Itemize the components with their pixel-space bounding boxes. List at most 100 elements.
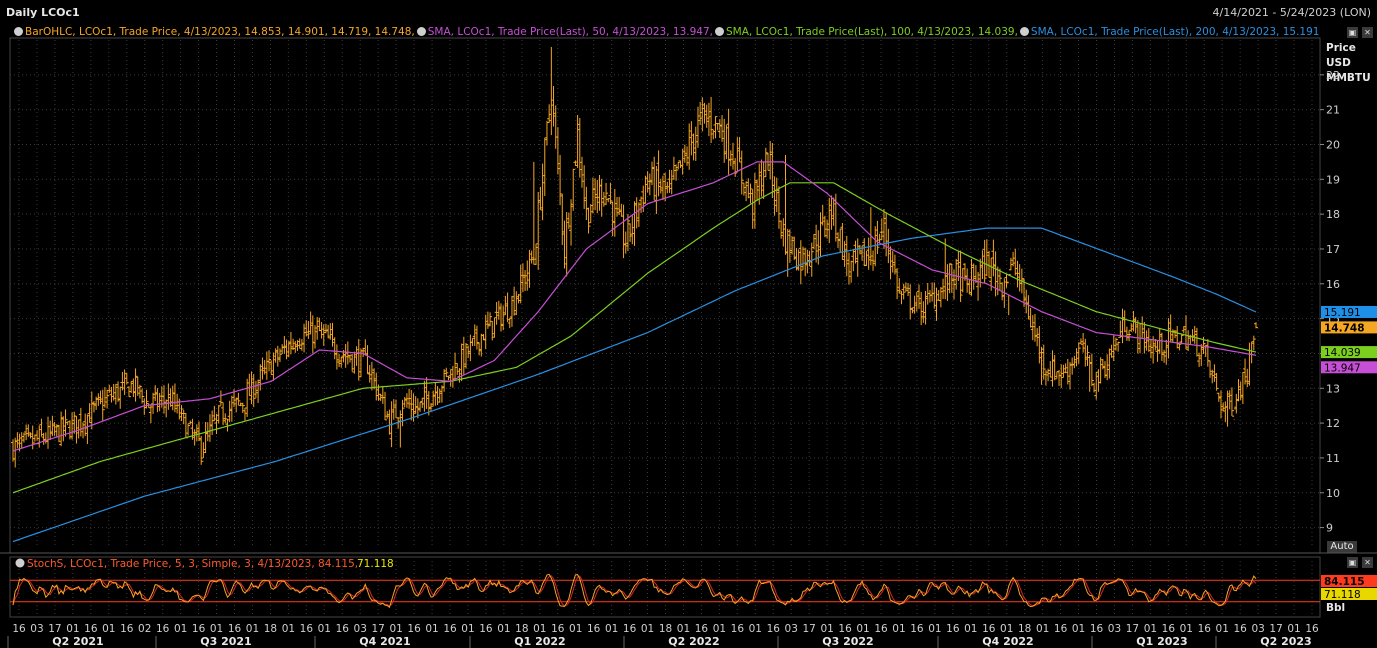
- ohlc-bar: [864, 250, 869, 266]
- x-day-label: 01: [210, 623, 223, 635]
- ohlc-bar: [579, 156, 584, 188]
- ohlc-bar: [1205, 338, 1210, 367]
- ohlc-bar: [1227, 390, 1232, 410]
- ohlc-bar: [597, 174, 602, 211]
- x-day-label: 01: [318, 623, 331, 635]
- ohlc-bar: [1142, 322, 1147, 354]
- ohlc-bar: [980, 250, 985, 280]
- ohlc-bar: [892, 254, 897, 275]
- price-chart[interactable]: 9101112131415161718192021221603170116011…: [0, 0, 1377, 648]
- x-day-label: 03: [30, 623, 43, 635]
- ohlc-bar: [960, 268, 965, 293]
- ohlc-bar: [1017, 264, 1022, 292]
- x-day-label: 17: [1269, 623, 1282, 635]
- x-day-label: 01: [856, 623, 869, 635]
- x-day-label: 16: [228, 623, 242, 635]
- ohlc-bar: [811, 234, 816, 250]
- ohlc-bar: [337, 353, 342, 367]
- clock-icon: [15, 558, 25, 568]
- ohlc-bar: [247, 373, 252, 397]
- ohlc-bar: [689, 121, 694, 156]
- ohlc-bar: [639, 196, 644, 213]
- ohlc-bar: [319, 322, 324, 339]
- x-quarter-label: Q2 2022: [668, 635, 719, 648]
- x-day-label: 01: [677, 623, 690, 635]
- ohlc-bar: [1192, 325, 1197, 344]
- ohlc-bar: [667, 169, 672, 193]
- ohlc-bar: [514, 291, 519, 316]
- ohlc-bar: [135, 376, 140, 396]
- ohlc-bar: [553, 105, 558, 149]
- ohlc-bar: [886, 228, 891, 264]
- y-tick-label: 18: [1326, 208, 1340, 221]
- ohlc-bar: [85, 414, 90, 445]
- ohlc-bar: [1199, 344, 1204, 366]
- ohlc-bar: [1116, 341, 1121, 352]
- ohlc-bar: [671, 156, 676, 180]
- x-quarter-label: Q1 2022: [514, 635, 565, 648]
- y-axis: 910111213141516171819202122: [1320, 69, 1340, 535]
- ohlc-bar: [608, 182, 613, 205]
- ohlc-bar: [372, 368, 377, 390]
- ohlc-bar: [260, 357, 265, 380]
- y-tick-label: 11: [1326, 452, 1340, 465]
- stoch-legend-text: StochS, LCOc1, Trade Price, 5, 3, Simple…: [27, 558, 358, 570]
- ohlc-bar: [534, 243, 539, 266]
- ohlc-bar: [1234, 393, 1239, 414]
- ohlc-bar: [930, 282, 935, 302]
- ohlc-bar: [1026, 295, 1031, 320]
- ohlc-bar: [153, 385, 158, 401]
- ohlc-bar: [569, 199, 574, 246]
- ohlc-bar: [70, 412, 75, 440]
- x-quarter-label: Q2 2023: [1260, 635, 1311, 648]
- x-day-label: 01: [389, 623, 402, 635]
- x-day-label: 16: [443, 623, 457, 635]
- ohlc-bar: [1249, 341, 1254, 364]
- ohlc-bar: [470, 337, 475, 347]
- x-day-label: 03: [354, 623, 367, 635]
- ohlc-bar: [525, 260, 530, 291]
- y-tick-label: 13: [1326, 382, 1340, 395]
- ohlc-bar: [969, 258, 974, 296]
- ohlc-bar: [807, 250, 812, 267]
- ohlc-bar: [741, 182, 746, 196]
- y-tick-label: 16: [1326, 278, 1340, 291]
- ohlc-bar: [814, 224, 819, 263]
- ohlc-bar: [387, 409, 392, 435]
- ohlc-bar: [1229, 387, 1234, 416]
- x-day-label: 03: [785, 623, 798, 635]
- ohlc-bar: [306, 321, 311, 339]
- x-day-label: 01: [1144, 623, 1157, 635]
- ohlc-bar: [840, 222, 845, 260]
- ohlc-bar: [151, 392, 156, 414]
- x-day-label: 01: [174, 623, 187, 635]
- ohlc-bar: [1214, 372, 1219, 391]
- ohlc-bar: [623, 231, 628, 254]
- x-day-label: 01: [533, 623, 546, 635]
- ohlc-bar: [54, 424, 59, 437]
- x-day-label: 18: [659, 623, 672, 635]
- x-day-label: 02: [138, 623, 151, 635]
- ohlc-bar: [739, 150, 744, 195]
- ohlc-bar: [1054, 371, 1059, 379]
- ohlc-bar: [245, 378, 250, 417]
- x-quarter-label: Q3 2022: [822, 635, 873, 648]
- ohlc-bar: [1175, 325, 1180, 349]
- ohlc-bar: [538, 186, 543, 210]
- x-day-label: 18: [515, 623, 528, 635]
- ohlc-bar: [540, 163, 545, 221]
- ohlc-bar: [404, 393, 409, 408]
- ohlc-bar: [1061, 364, 1066, 378]
- x-day-label: 16: [587, 623, 601, 635]
- ohlc-bar: [1032, 313, 1037, 342]
- ohlc-bar: [720, 115, 725, 142]
- stoch-k-line: [12, 573, 1257, 609]
- ohlc-bar: [39, 418, 44, 437]
- ohlc-bar: [483, 314, 488, 350]
- ohlc-bar: [365, 345, 370, 374]
- ohlc-bar: [46, 416, 51, 449]
- ohlc-bar: [1048, 361, 1053, 378]
- ohlc-bar: [827, 197, 832, 244]
- ohlc-bar: [735, 137, 740, 173]
- y-tick-label: 17: [1326, 243, 1340, 256]
